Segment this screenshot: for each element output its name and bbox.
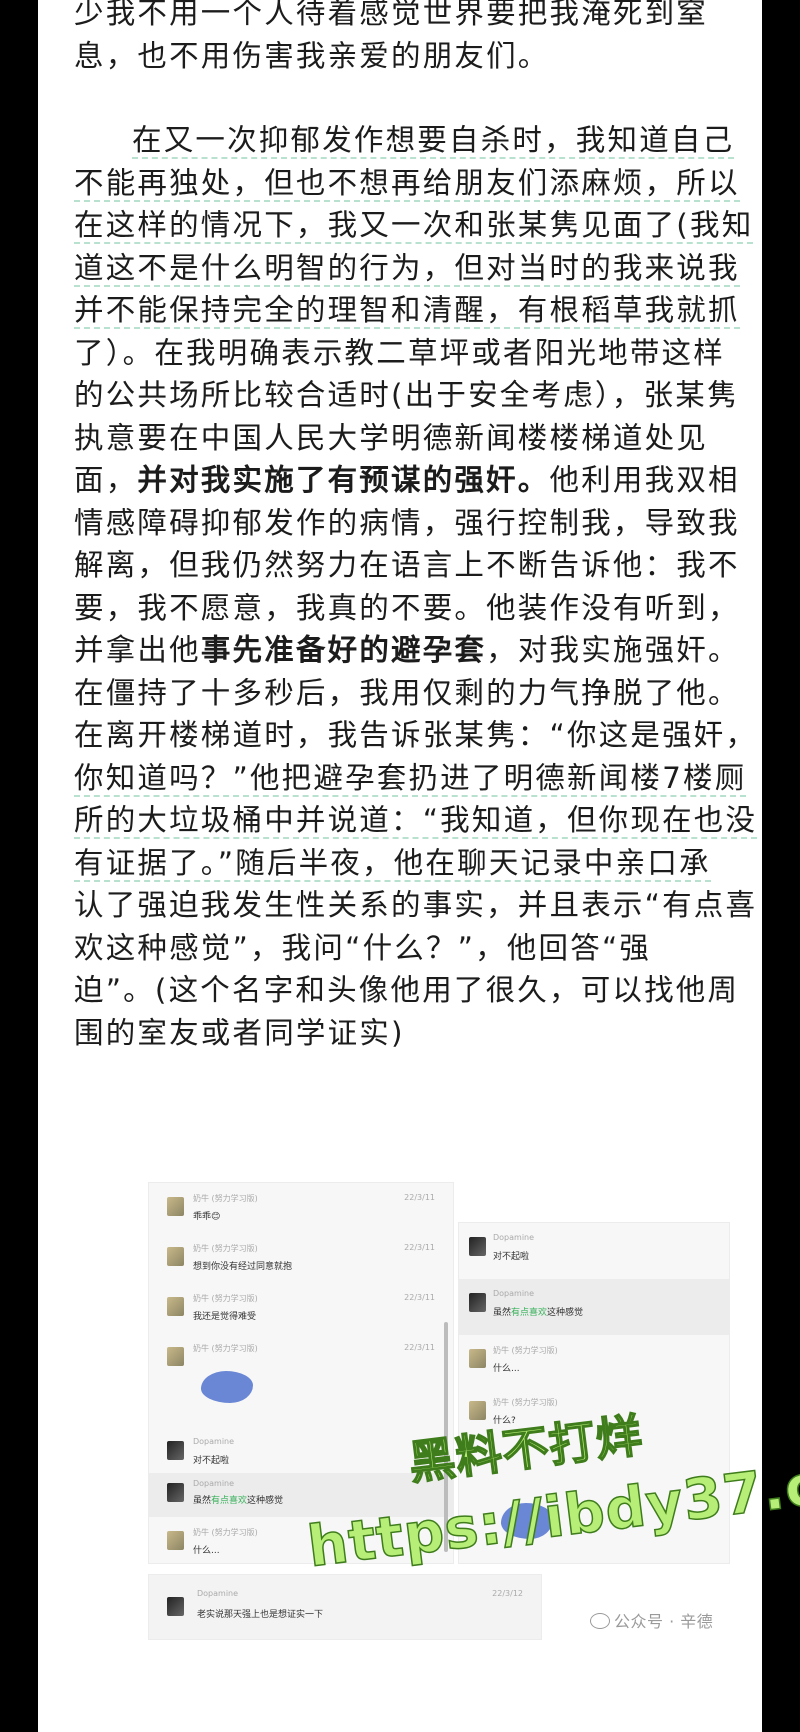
text-span: 面，: [74, 463, 138, 497]
text-line: 并不能保持完全的理智和清醒，有根稻草我就抓: [74, 289, 762, 332]
text-span: 这种感觉: [547, 1308, 584, 1318]
text-line: 有证据了。”随后半夜，他在聊天记录中亲口承: [74, 842, 762, 885]
sticker-image: [201, 1371, 253, 1403]
text-line: 在离开楼梯道时，我告诉张某隽：“你这是强奸，: [74, 718, 758, 752]
underlined-text: 并不能保持完全的理智和清醒，有根稻草我就抓: [74, 293, 740, 329]
avatar: [469, 1349, 486, 1368]
text-line: 在这样的情况下，我又一次和张某隽见面了(我知: [74, 204, 762, 247]
bottom-chat-panel: Dopamine 22/3/12 老实说那天强上也是想证实一下: [148, 1574, 542, 1640]
publisher-name: 公众号 · 辛德: [614, 1612, 714, 1631]
text-line: 执意要在中国人民大学明德新闻楼楼梯道处见: [74, 420, 709, 455]
bold-text: 并对我实施了有预谋的强奸。: [137, 463, 550, 497]
message-text: 对不起啦: [493, 1252, 530, 1262]
message-text: 对不起啦: [193, 1456, 230, 1466]
message-text: 虽然有点喜欢这种感觉: [193, 1493, 283, 1506]
text-line: 并拿出他事先准备好的避孕套，对我实施强奸。: [74, 629, 762, 672]
chat-row: 奶牛 (努力学习版) 什么...: [459, 1335, 729, 1391]
avatar: [167, 1247, 184, 1266]
chat-row-highlighted: Dopamine 虽然有点喜欢这种感觉: [459, 1279, 729, 1335]
sender-name: 奶牛 (努力学习版): [193, 1294, 258, 1303]
avatar: [167, 1483, 184, 1502]
sender-name: Dopamine: [493, 1233, 535, 1242]
avatar: [469, 1293, 486, 1312]
avatar: [167, 1531, 184, 1550]
text-line: 不能再独处，但也不想再给朋友们添麻烦，所以: [74, 162, 762, 205]
avatar: [167, 1297, 184, 1316]
text-line: 解离，但我仍然努力在语言上不断告诉他：我不: [74, 548, 740, 582]
text-span: 虽然: [493, 1308, 512, 1318]
text-line: 围的室友或者同学证实): [74, 1015, 405, 1050]
underlined-text: 所的大垃圾桶中并说道：“我知道，但你现在也没: [74, 803, 758, 839]
text-line: 所的大垃圾桶中并说道：“我知道，但你现在也没: [74, 799, 762, 842]
underlined-text: 你知道吗？”他把避孕套扔进了明德新闻楼7楼厕: [74, 760, 747, 797]
avatar: [167, 1197, 184, 1216]
message-text: 虽然有点喜欢这种感觉: [493, 1305, 583, 1318]
text-line: 认了强迫我发生性关系的事实，并且表示“有点喜: [74, 888, 758, 922]
text-line: 迫”。(这个名字和头像他用了很久，可以找他周: [74, 973, 740, 1007]
message-date: 22/3/11: [404, 1243, 435, 1252]
chat-row: 奶牛 (努力学习版) 22/3/11 我还是觉得难受: [149, 1283, 453, 1339]
text-span: ，对我实施强奸。: [486, 633, 740, 667]
message-date: 22/3/11: [404, 1193, 435, 1202]
highlighted-text: 有点喜欢: [211, 1496, 248, 1506]
avatar: [167, 1441, 184, 1460]
text-line: 面，并对我实施了有预谋的强奸。他利用我双相: [74, 459, 762, 502]
avatar: [469, 1237, 486, 1256]
chat-row: 奶牛 (努力学习版) 22/3/11: [149, 1333, 453, 1423]
message-date: 22/3/12: [492, 1589, 523, 1598]
text-line: 道这不是什么明智的行为，但对当时的我来说我: [74, 247, 762, 290]
sender-name: 奶牛 (努力学习版): [193, 1528, 258, 1537]
text-line: 欢这种感觉”，我问“什么？”，他回答“强: [74, 930, 652, 965]
sender-name: 奶牛 (努力学习版): [493, 1346, 558, 1355]
bold-text: 事先准备好的避孕套: [200, 633, 487, 667]
text-line: 少我不用一个人待着感觉世界要把我淹死到窒: [74, 0, 709, 30]
text-line: 情感障碍抑郁发作的病情，强行控制我，导致我: [74, 505, 740, 540]
underlined-text: 道这不是什么明智的行为，但对当时的我来说我: [74, 250, 740, 287]
underlined-text: 不能再独处，但也不想再给朋友们添麻烦，所以: [74, 165, 740, 202]
text-line: 你知道吗？”他把避孕套扔进了明德新闻楼7楼厕: [74, 757, 762, 800]
publisher-label: 公众号 · 辛德: [590, 1608, 713, 1632]
message-text: 想到你没有经过同意就抱: [193, 1262, 293, 1272]
sender-name: 奶牛 (努力学习版): [193, 1194, 258, 1203]
avatar: [167, 1597, 184, 1616]
message-text: 老实说那天强上也是想证实一下: [197, 1610, 324, 1620]
message-text: 我还是觉得难受: [193, 1312, 257, 1322]
sender-name: Dopamine: [193, 1479, 235, 1488]
text-span: 并拿出他: [74, 633, 201, 667]
chat-row: Dopamine 对不起啦: [459, 1223, 729, 1279]
sender-name: Dopamine: [493, 1289, 535, 1298]
sender-name: 奶牛 (努力学习版): [493, 1398, 558, 1407]
avatar: [167, 1347, 184, 1366]
chat-screenshots: 奶牛 (努力学习版) 22/3/11 乖乖😊 奶牛 (努力学习版) 22/3/1…: [148, 1182, 762, 1652]
highlighted-text: 有点喜欢: [511, 1308, 548, 1318]
message-date: 22/3/11: [404, 1293, 435, 1302]
wechat-icon: [590, 1613, 610, 1629]
text-line: 在僵持了十多秒后，我用仅剩的力气挣脱了他。: [74, 675, 740, 710]
underlined-text: 在这样的情况下，我又一次和张某隽见面了(我知: [74, 208, 754, 244]
text-span: 虽然: [193, 1496, 212, 1506]
message-date: 22/3/11: [404, 1343, 435, 1352]
sender-name: Dopamine: [193, 1437, 235, 1446]
text-span: 他利用我双相: [549, 463, 740, 497]
text-line: 的公共场所比较合适时(出于安全考虑），张某隽: [74, 378, 739, 412]
text-span: 这种感觉: [247, 1496, 284, 1506]
text-line: 了）。在我明确表示教二草坪或者阳光地带这样: [74, 335, 725, 370]
text-line: 息，也不用伤害我亲爱的朋友们。: [74, 38, 550, 73]
message-text: 什么...: [193, 1546, 220, 1556]
text-line: 在又一次抑郁发作想要自杀时，我知道自己: [74, 119, 762, 162]
article-body: 少我不用一个人待着感觉世界要把我淹死到窒 息，也不用伤害我亲爱的朋友们。 在又一…: [74, 0, 762, 1054]
underlined-text: 在又一次抑郁发作想要自杀时，我知道自己: [132, 123, 735, 159]
text-line: 要，我不愿意，我真的不要。他装作没有听到，: [74, 590, 740, 625]
chat-row: 奶牛 (努力学习版) 22/3/11 想到你没有经过同意就抱: [149, 1233, 453, 1289]
sender-name: 奶牛 (努力学习版): [193, 1244, 258, 1253]
message-text: 什么...: [493, 1364, 520, 1374]
sender-name: 奶牛 (努力学习版): [193, 1344, 258, 1353]
underlined-text: 有证据了。”随后半夜，他在聊天记录中亲口承: [74, 845, 711, 882]
message-text: 乖乖😊: [193, 1212, 221, 1222]
sender-name: Dopamine: [197, 1589, 239, 1598]
chat-row: 奶牛 (努力学习版) 22/3/11 乖乖😊: [149, 1183, 453, 1239]
